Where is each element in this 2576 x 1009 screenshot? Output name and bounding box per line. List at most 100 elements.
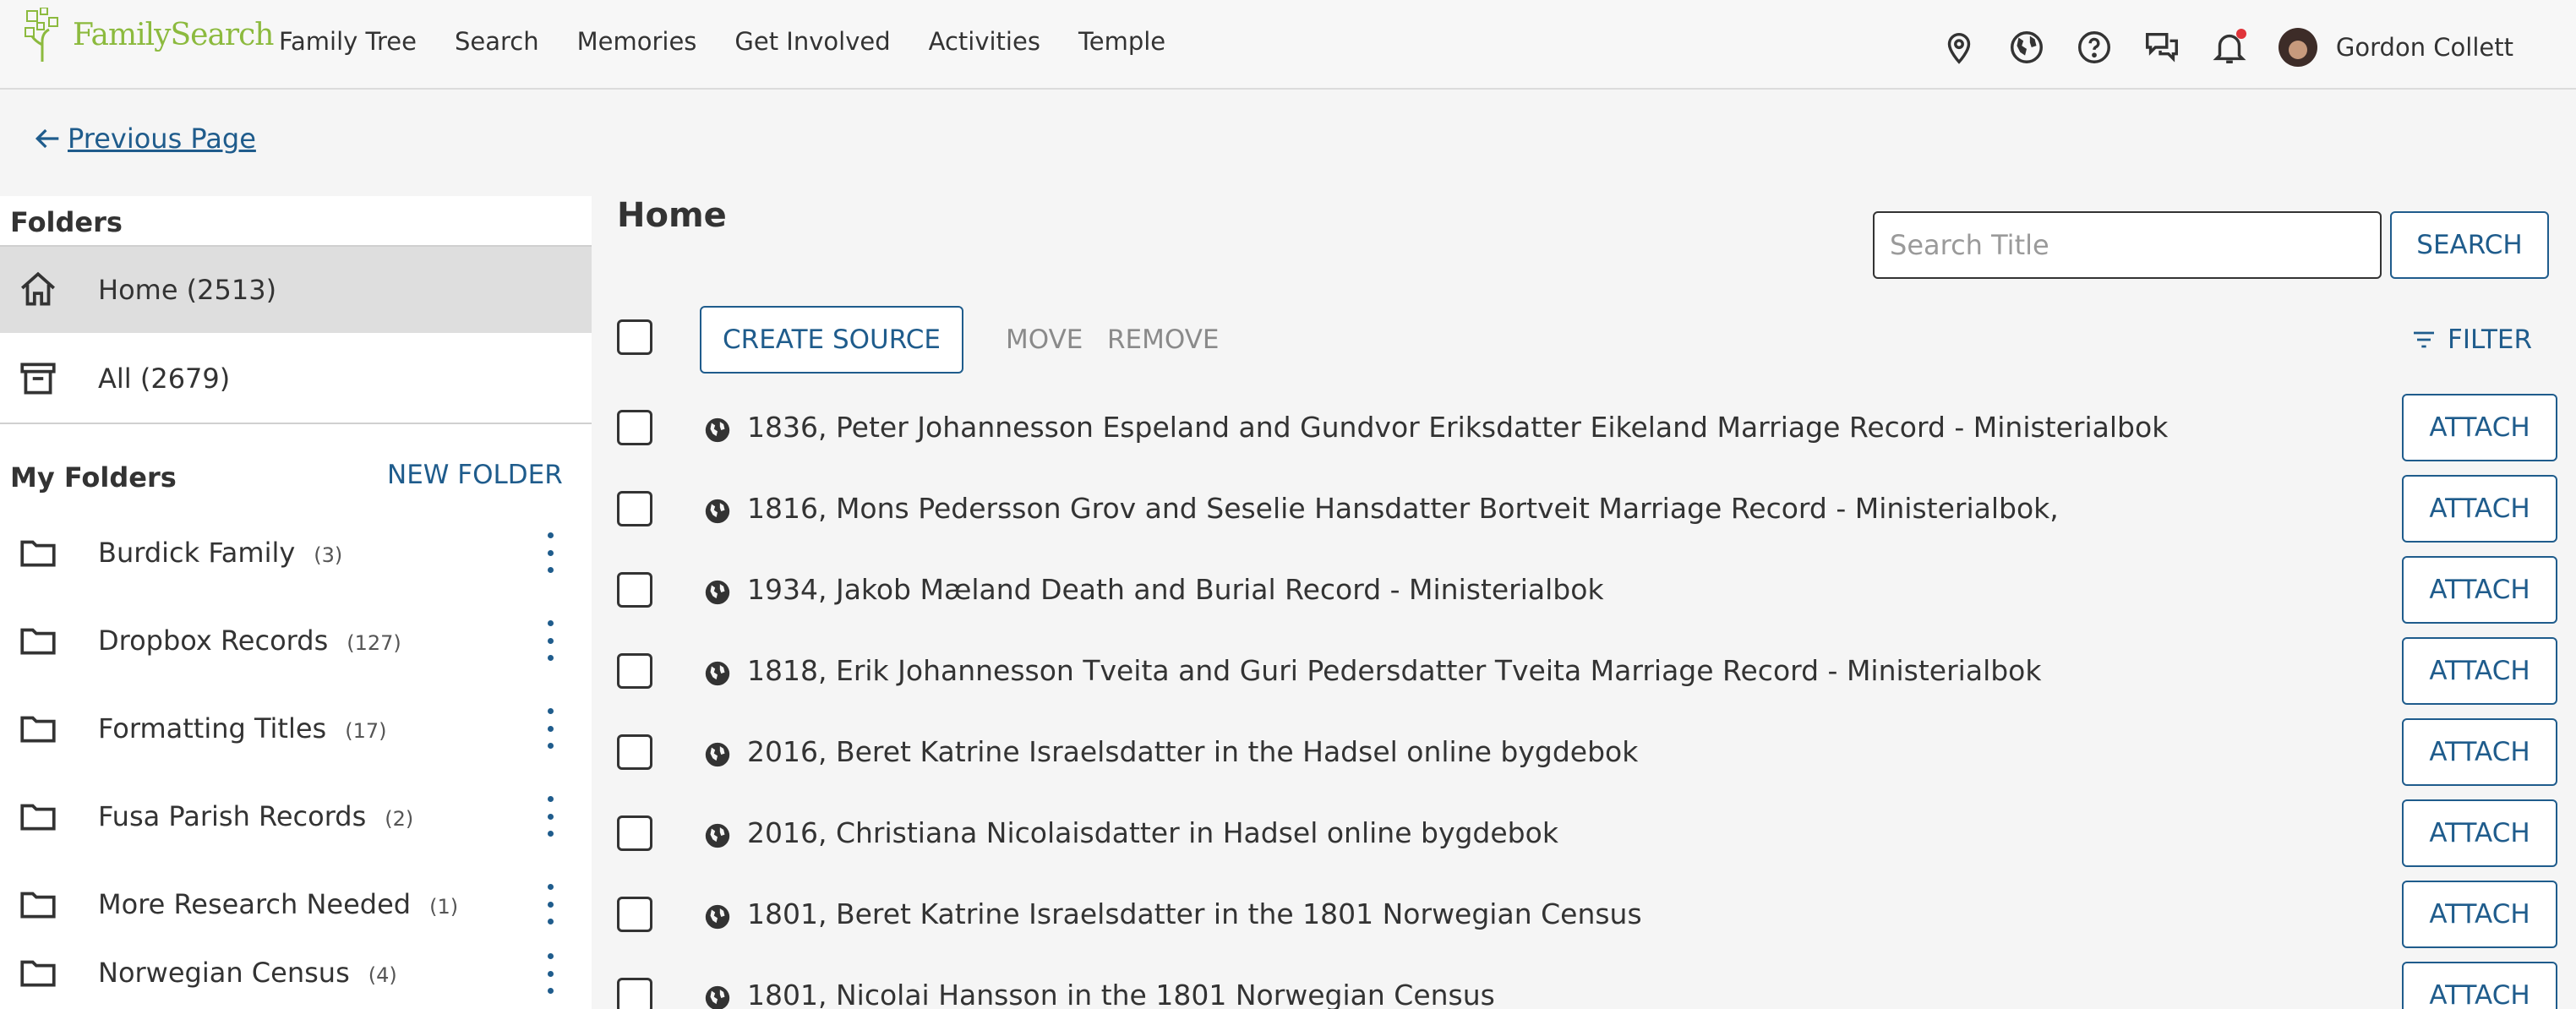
folder-name: Formatting Titles	[98, 712, 327, 744]
page-title: Home	[617, 196, 727, 235]
globe-icon	[705, 661, 730, 686]
folder-label: Norwegian Census (4)	[98, 957, 397, 989]
folder-icon	[20, 540, 56, 567]
row-checkbox[interactable]	[617, 491, 652, 526]
globe-icon	[705, 742, 730, 767]
folder-menu-button[interactable]	[536, 529, 565, 576]
folder-item[interactable]: Norwegian Census (4)	[0, 921, 592, 1009]
globe-icon	[705, 499, 730, 524]
source-title[interactable]: 1934, Jakob Mæland Death and Burial Reco…	[747, 573, 1604, 606]
source-title[interactable]: 1818, Erik Johannesson Tveita and Guri P…	[747, 654, 2042, 687]
sidebar-item-label: Home (2513)	[98, 274, 277, 306]
row-checkbox[interactable]	[617, 815, 652, 851]
folder-icon	[20, 716, 56, 743]
row-checkbox[interactable]	[617, 978, 652, 1009]
folder-icon	[20, 960, 56, 987]
folder-count: (127)	[347, 631, 401, 655]
folders-sidebar: Folders Home (2513) All (2679) My Folder…	[0, 196, 592, 1009]
bell-icon[interactable]	[2204, 22, 2255, 73]
folder-item[interactable]: Formatting Titles (17)	[0, 684, 592, 772]
arrow-left-icon	[35, 128, 59, 149]
previous-page-link[interactable]: Previous Page	[30, 122, 256, 155]
folder-menu-button[interactable]	[536, 793, 565, 840]
header-icons: Gordon Collett	[1917, 22, 2576, 73]
folder-label: Formatting Titles (17)	[98, 712, 386, 744]
row-checkbox[interactable]	[617, 653, 652, 689]
source-title[interactable]: 1801, Nicolai Hansson in the 1801 Norweg…	[747, 979, 1495, 1009]
help-icon[interactable]	[2069, 22, 2120, 73]
folder-menu-button[interactable]	[536, 617, 565, 664]
new-folder-button[interactable]: NEW FOLDER	[387, 460, 563, 490]
folder-count: (17)	[345, 719, 387, 743]
sidebar-item-home[interactable]: Home (2513)	[0, 245, 592, 333]
source-title[interactable]: 2016, Christiana Nicolaisdatter in Hadse…	[747, 816, 1558, 849]
folder-label: More Research Needed (1)	[98, 888, 458, 920]
attach-button[interactable]: ATTACH	[2402, 718, 2557, 786]
folder-menu-button[interactable]	[536, 705, 565, 752]
sidebar-item-all[interactable]: All (2679)	[0, 335, 592, 423]
folder-menu-button[interactable]	[536, 950, 565, 997]
folder-name: Norwegian Census	[98, 957, 350, 989]
source-title[interactable]: 2016, Beret Katrine Israelsdatter in the…	[747, 735, 1638, 768]
source-title[interactable]: 1801, Beret Katrine Israelsdatter in the…	[747, 897, 1642, 930]
globe-icon	[705, 904, 730, 930]
folder-name: Burdick Family	[98, 537, 296, 569]
attach-button[interactable]: ATTACH	[2402, 799, 2557, 867]
folder-name: More Research Needed	[98, 888, 412, 920]
avatar[interactable]	[2278, 28, 2317, 67]
attach-button[interactable]: ATTACH	[2402, 637, 2557, 705]
globe-icon[interactable]	[2001, 22, 2052, 73]
familysearch-logo[interactable]: FamilySearch	[24, 5, 274, 64]
remove-button[interactable]: REMOVE	[1107, 325, 1220, 355]
folder-count: (2)	[385, 807, 414, 831]
folder-icon	[20, 892, 56, 919]
nav-get-involved[interactable]: Get Involved	[734, 27, 890, 56]
filter-icon	[2414, 331, 2434, 348]
move-button[interactable]: MOVE	[1006, 325, 1083, 355]
previous-page-label: Previous Page	[68, 123, 256, 155]
nav-activities[interactable]: Activities	[929, 27, 1040, 56]
search-button[interactable]: SEARCH	[2390, 211, 2549, 279]
location-pin-icon[interactable]	[1934, 22, 1984, 73]
row-checkbox[interactable]	[617, 572, 652, 608]
row-checkbox[interactable]	[617, 897, 652, 932]
folder-icon	[20, 628, 56, 655]
create-source-button[interactable]: CREATE SOURCE	[700, 306, 963, 374]
attach-button[interactable]: ATTACH	[2402, 556, 2557, 624]
folder-label: Burdick Family (3)	[98, 537, 342, 569]
table-row: 1836, Peter Johannesson Espeland and Gun…	[617, 387, 2561, 468]
nav-search[interactable]: Search	[455, 27, 539, 56]
folder-count: (4)	[368, 963, 397, 987]
row-checkbox[interactable]	[617, 734, 652, 770]
attach-button[interactable]: ATTACH	[2402, 475, 2557, 543]
folder-item[interactable]: Fusa Parish Records (2)	[0, 772, 592, 860]
nav-temple[interactable]: Temple	[1078, 27, 1165, 56]
nav-family-tree[interactable]: Family Tree	[279, 27, 417, 56]
nav-memories[interactable]: Memories	[577, 27, 697, 56]
attach-button[interactable]: ATTACH	[2402, 962, 2557, 1009]
folder-count: (1)	[429, 895, 459, 919]
globe-icon	[705, 580, 730, 605]
filter-label: FILTER	[2448, 325, 2533, 355]
user-name[interactable]: Gordon Collett	[2336, 33, 2513, 62]
globe-icon	[705, 417, 730, 443]
table-row: 1816, Mons Pedersson Grov and Seselie Ha…	[617, 468, 2561, 549]
home-icon	[21, 271, 55, 306]
row-checkbox[interactable]	[617, 410, 652, 445]
folder-item[interactable]: Burdick Family (3)	[0, 509, 592, 597]
table-row: 1801, Beret Katrine Israelsdatter in the…	[617, 874, 2561, 955]
filter-button[interactable]: FILTER	[2410, 325, 2532, 355]
search-title-input[interactable]	[1873, 211, 2382, 279]
folder-label: Dropbox Records (127)	[98, 624, 401, 657]
source-title[interactable]: 1816, Mons Pedersson Grov and Seselie Ha…	[747, 492, 2059, 525]
select-all-checkbox[interactable]	[617, 319, 652, 355]
source-title[interactable]: 1836, Peter Johannesson Espeland and Gun…	[747, 411, 2168, 444]
archive-box-icon	[20, 363, 56, 395]
messages-icon[interactable]	[2137, 22, 2187, 73]
attach-button[interactable]: ATTACH	[2402, 394, 2557, 461]
attach-button[interactable]: ATTACH	[2402, 881, 2557, 948]
globe-icon	[705, 985, 730, 1009]
logo-text: FamilySearch	[73, 17, 274, 52]
table-row: 1818, Erik Johannesson Tveita and Guri P…	[617, 630, 2561, 712]
folder-item[interactable]: Dropbox Records (127)	[0, 597, 592, 684]
